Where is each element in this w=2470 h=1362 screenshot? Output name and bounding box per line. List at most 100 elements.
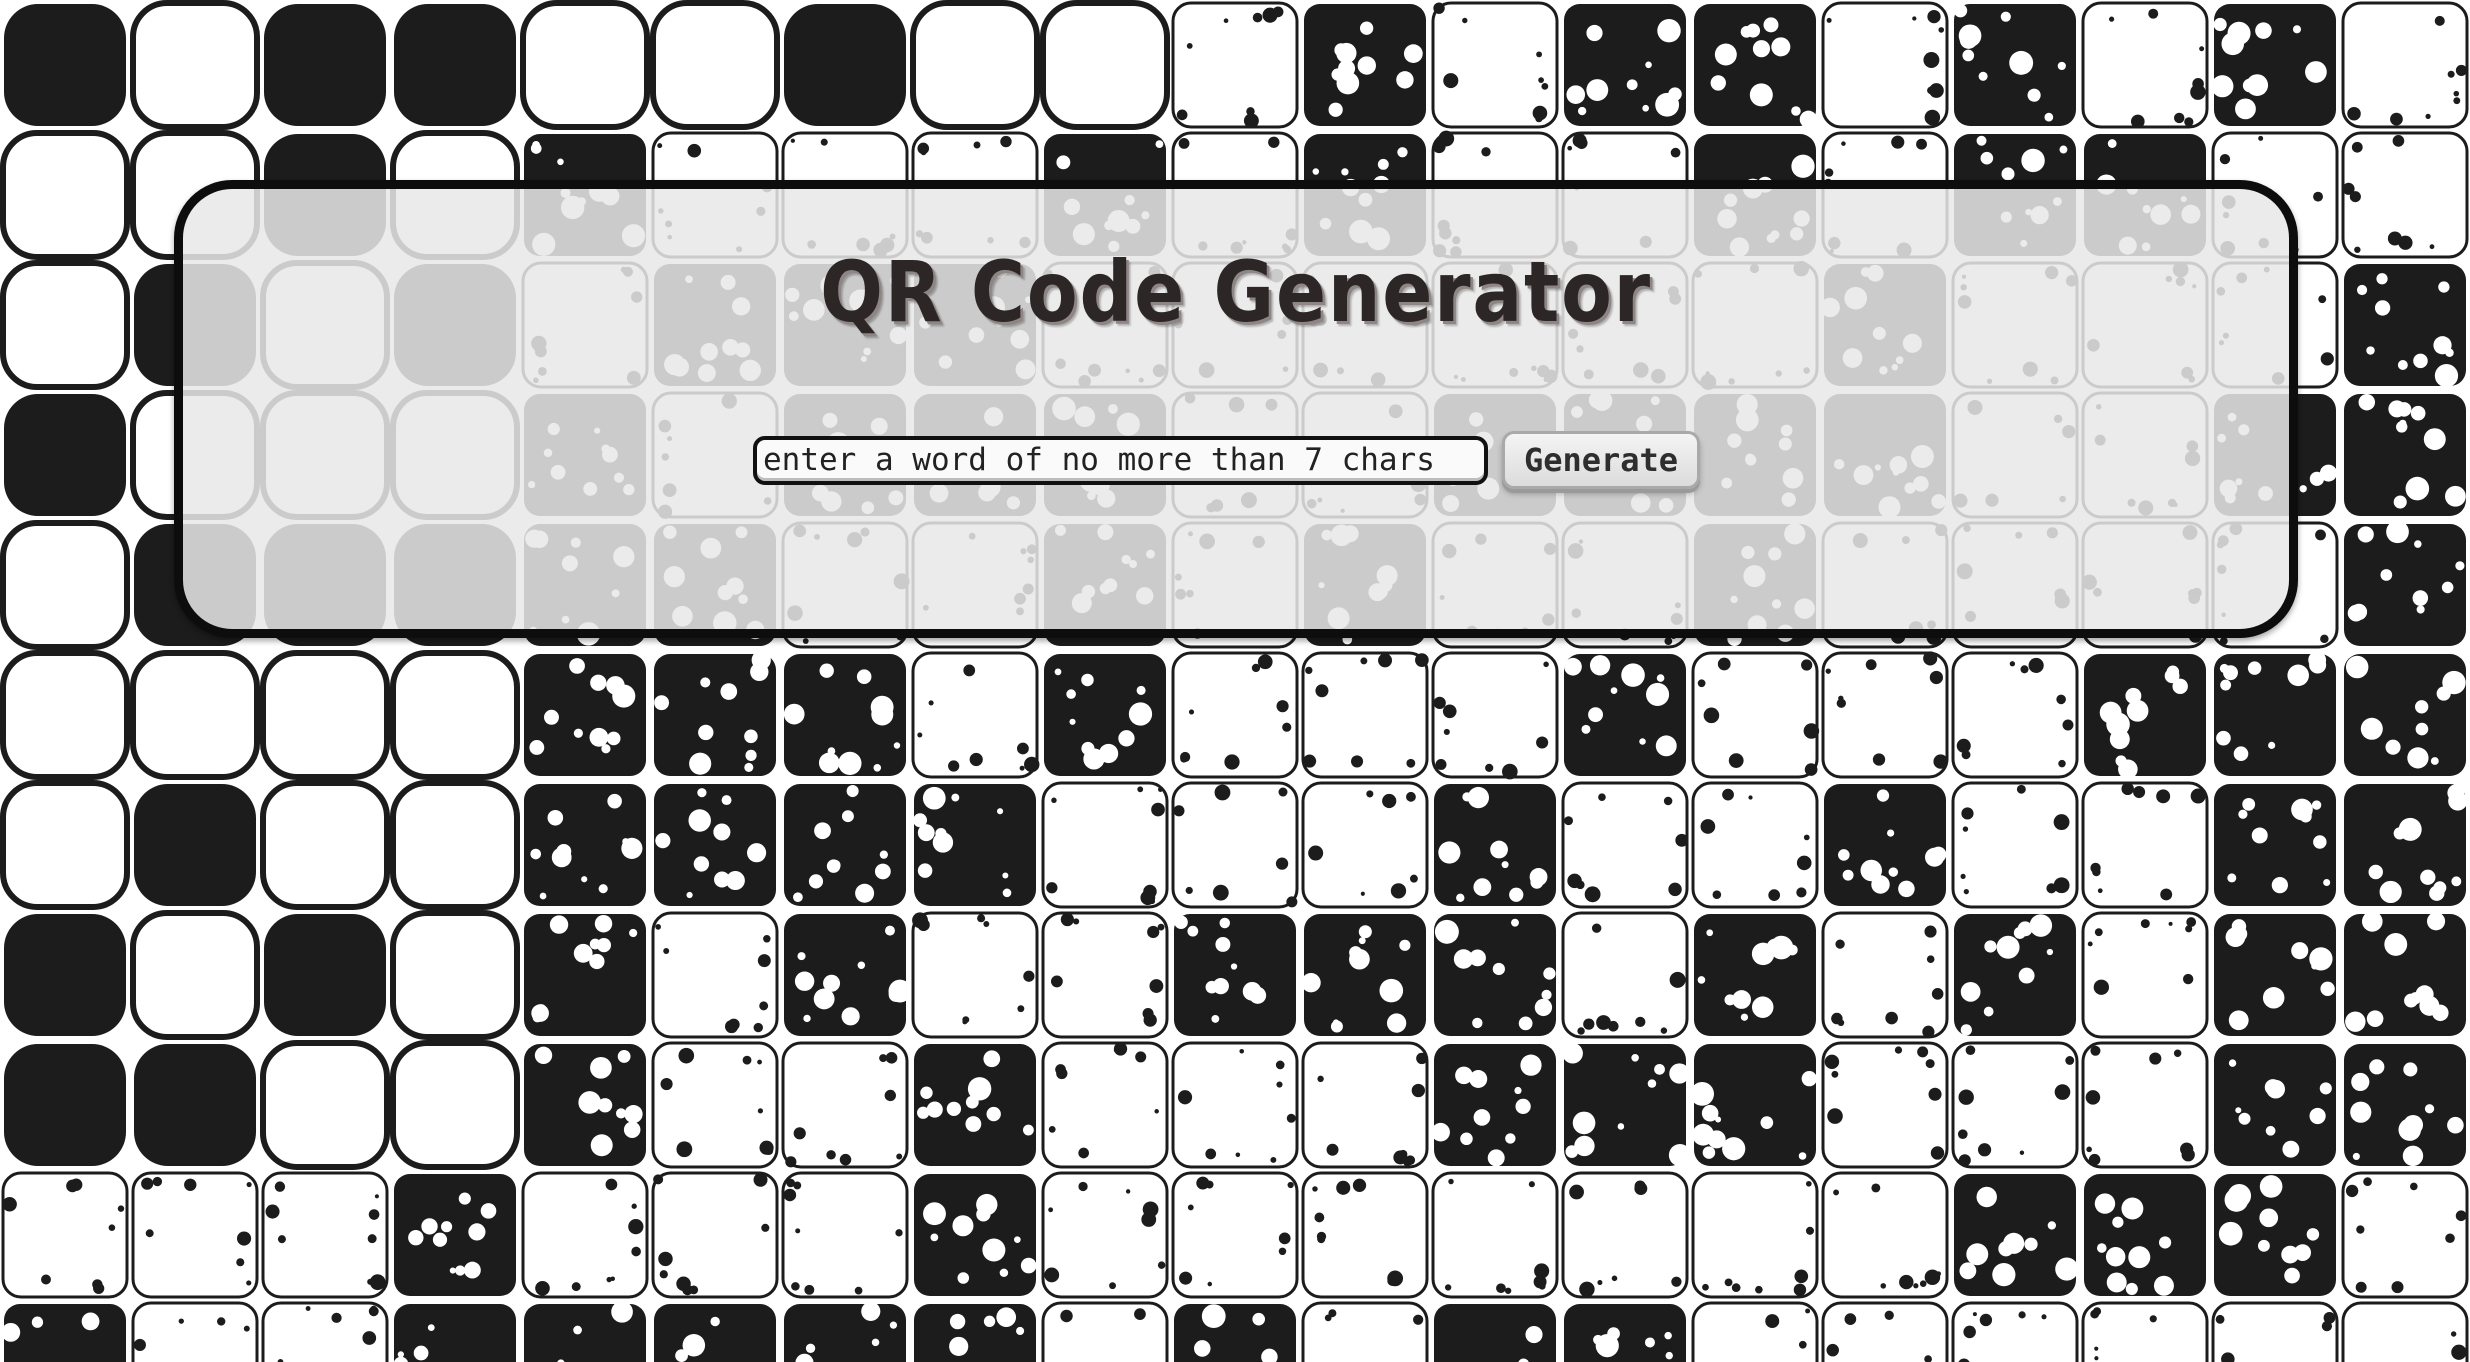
- qr-module: [2341, 1171, 2469, 1299]
- qr-module: [2081, 1041, 2209, 1169]
- qr-module: [1431, 1, 1559, 129]
- qr-module: [913, 784, 1036, 906]
- qr-module: [2211, 1301, 2339, 1362]
- qr-module: [260, 780, 390, 910]
- qr-module: [1951, 1301, 2079, 1362]
- qr-module: [1041, 781, 1169, 909]
- qr-module: [4, 394, 126, 516]
- qr-module: [0, 520, 130, 650]
- qr-module: [524, 654, 646, 776]
- generate-button[interactable]: Generate: [1502, 431, 1700, 489]
- qr-module: [130, 650, 260, 780]
- qr-module: [1951, 1041, 2079, 1169]
- qr-module: [4, 1044, 126, 1166]
- qr-module: [1044, 654, 1166, 776]
- qr-module: [1691, 1301, 1819, 1362]
- qr-module: [1304, 4, 1426, 126]
- qr-module: [1171, 1, 1299, 129]
- qr-module: [1431, 1171, 1559, 1299]
- qr-module: [1301, 651, 1429, 779]
- qr-module: [1561, 911, 1689, 1039]
- qr-module: [130, 910, 260, 1040]
- qr-module: [914, 1044, 1036, 1166]
- qr-module: [260, 650, 390, 780]
- qr-module: [784, 914, 912, 1036]
- qr-module: [654, 784, 776, 906]
- qr-module: [1824, 784, 1947, 906]
- qr-module: [1174, 1304, 1296, 1362]
- qr-module: [520, 0, 650, 130]
- qr-module: [1821, 651, 1949, 779]
- qr-module: [1821, 1301, 1949, 1362]
- qr-module: [2214, 784, 2336, 906]
- qr-module: [781, 1041, 909, 1169]
- qr-module: [1691, 781, 1819, 909]
- qr-module: [134, 1044, 256, 1166]
- qr-module: [1171, 781, 1299, 909]
- qr-module: [521, 1171, 649, 1299]
- qr-module: [2214, 651, 2336, 776]
- qr-module: [2084, 654, 2206, 780]
- qr-module: [910, 0, 1040, 130]
- qr-module: [131, 1301, 259, 1362]
- qr-module: [524, 784, 646, 906]
- qr-module: [261, 1301, 389, 1362]
- qr-module: [0, 130, 130, 260]
- qr-module: [394, 1174, 516, 1296]
- qr-module: [1953, 3, 2076, 126]
- qr-module: [524, 1301, 646, 1362]
- qr-module: [651, 1041, 779, 1169]
- qr-module: [1171, 651, 1299, 779]
- qr-module: [2344, 393, 2466, 516]
- qr-module: [1562, 1043, 1692, 1167]
- qr-module: [261, 1171, 389, 1299]
- qr-module: [1041, 1041, 1169, 1169]
- word-input[interactable]: [753, 435, 1488, 485]
- qr-module: [2211, 4, 2336, 126]
- qr-module: [1694, 914, 1816, 1036]
- qr-module: [524, 914, 646, 1036]
- qr-module: [1951, 651, 2079, 779]
- qr-module: [264, 914, 386, 1036]
- qr-module: [1564, 654, 1686, 776]
- qr-module: [914, 1304, 1036, 1362]
- qr-module: [390, 780, 520, 910]
- qr-module: [784, 4, 906, 126]
- qr-module: [1040, 0, 1170, 130]
- generator-form: Generate: [753, 431, 1700, 489]
- qr-module: [1690, 1044, 1817, 1166]
- qr-module: [1301, 781, 1429, 909]
- qr-module: [2214, 1174, 2336, 1296]
- qr-module: [390, 1040, 520, 1170]
- qr-module: [1171, 1171, 1299, 1299]
- qr-module: [1301, 914, 1426, 1036]
- qr-module: [1951, 781, 2079, 909]
- qr-module: [783, 654, 906, 776]
- qr-module: [130, 0, 260, 130]
- qr-module: [2341, 1, 2469, 129]
- qr-module: [1301, 1041, 1429, 1169]
- qr-module: [1561, 781, 1689, 909]
- qr-module: [2344, 911, 2466, 1036]
- qr-module: [914, 1174, 1037, 1296]
- qr-module: [654, 1304, 776, 1362]
- qr-module: [131, 1171, 259, 1299]
- qr-module: [650, 0, 780, 130]
- qr-module: [390, 650, 520, 780]
- qr-module: [1171, 1041, 1299, 1169]
- qr-module: [2344, 1044, 2466, 1167]
- generator-panel: QR Code Generator Generate: [174, 180, 2298, 638]
- qr-module: [0, 650, 130, 780]
- qr-module: [1431, 651, 1559, 780]
- qr-module: [1, 1171, 129, 1299]
- qr-module: [2344, 654, 2466, 776]
- qr-module: [1691, 651, 1820, 779]
- qr-module: [1431, 1044, 1556, 1167]
- qr-module: [1821, 1041, 1949, 1169]
- page-title: QR Code Generator: [820, 243, 1652, 341]
- qr-module: [1434, 784, 1556, 906]
- qr-module: [0, 260, 130, 390]
- qr-module: [1041, 1301, 1169, 1362]
- qr-module: [2344, 264, 2466, 388]
- qr-module: [2081, 1, 2209, 129]
